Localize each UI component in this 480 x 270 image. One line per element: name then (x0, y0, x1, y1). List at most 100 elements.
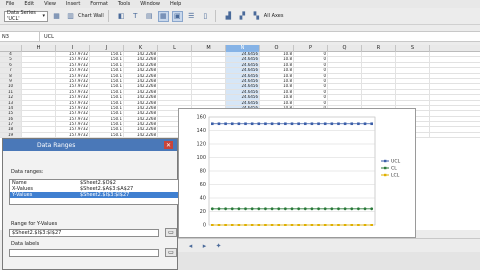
cell[interactable] (362, 84, 396, 89)
cell[interactable]: 150.1 (90, 89, 124, 95)
cell[interactable]: 142.2268 (124, 127, 158, 132)
cell[interactable] (396, 62, 430, 68)
cell[interactable]: 0 (294, 73, 328, 78)
all-axes-button[interactable]: All Axes (264, 13, 284, 19)
cell[interactable] (328, 57, 362, 62)
cell[interactable] (396, 52, 430, 57)
cell[interactable]: 24.6456 (226, 52, 260, 57)
cell[interactable]: 0 (294, 89, 328, 95)
row-header[interactable]: 9 (0, 78, 22, 84)
cell[interactable] (22, 89, 56, 95)
menu-file[interactable]: File (6, 1, 14, 7)
data-series-select[interactable]: Data Series 'UCL' ▾ (4, 10, 48, 22)
menu-help[interactable]: Help (170, 1, 181, 7)
cell[interactable]: 142.2268 (124, 95, 158, 100)
cell[interactable]: 24.6456 (226, 73, 260, 78)
cell[interactable]: 157.9732 (56, 122, 90, 127)
cell[interactable] (192, 73, 226, 78)
chart-type-icon[interactable]: ▥ (65, 11, 76, 22)
cell[interactable]: 10.8 (260, 57, 294, 62)
cell[interactable]: 157.9732 (56, 89, 90, 95)
cell[interactable] (22, 105, 56, 111)
row-header[interactable]: 7 (0, 68, 22, 73)
list-item[interactable]: Y-Values $Sheet2.$I$3:$I$27 (10, 192, 178, 198)
column-header[interactable]: Q (328, 45, 362, 52)
column-header[interactable]: N (226, 45, 260, 52)
cell[interactable] (362, 57, 396, 62)
cell[interactable]: 0 (294, 84, 328, 89)
cell[interactable]: 150.1 (90, 68, 124, 73)
cell[interactable] (328, 62, 362, 68)
cell[interactable]: 10.8 (260, 73, 294, 78)
cell[interactable]: 142.2268 (124, 105, 158, 111)
cell[interactable]: 150.1 (90, 73, 124, 78)
cell[interactable]: 150.1 (90, 52, 124, 57)
cell[interactable] (22, 122, 56, 127)
row-header[interactable]: 12 (0, 95, 22, 100)
cell[interactable] (362, 73, 396, 78)
cell[interactable]: 142.2268 (124, 57, 158, 62)
row-header[interactable]: 5 (0, 57, 22, 62)
cell[interactable]: 150.1 (90, 100, 124, 105)
cell[interactable] (158, 52, 192, 57)
cell[interactable]: 150.1 (90, 122, 124, 127)
chart-frame[interactable]: 160 140 120 100 80 60 40 20 0 UCL CL LCL (178, 108, 416, 238)
first-sheet-icon[interactable]: ◂ (185, 240, 196, 251)
cell[interactable] (192, 62, 226, 68)
formula-content[interactable]: UCL (40, 34, 54, 40)
cell[interactable] (158, 100, 192, 105)
cell[interactable] (158, 57, 192, 62)
cell[interactable]: 157.9732 (56, 116, 90, 122)
cell[interactable] (158, 78, 192, 84)
cell[interactable]: 157.9732 (56, 62, 90, 68)
cell[interactable] (396, 78, 430, 84)
cell[interactable]: 150.1 (90, 116, 124, 122)
row-header[interactable]: 11 (0, 89, 22, 95)
cell[interactable] (328, 68, 362, 73)
row-header[interactable]: 15 (0, 111, 22, 116)
cell[interactable] (22, 127, 56, 132)
menu-window[interactable]: Window (140, 1, 160, 7)
shrink-icon[interactable]: ▭ (165, 248, 177, 257)
cell[interactable] (22, 100, 56, 105)
cell[interactable]: 0 (294, 78, 328, 84)
column-header[interactable]: H (22, 45, 56, 52)
cell[interactable]: 0 (294, 95, 328, 100)
range-for-input[interactable]: $Sheet2.$I$3:$I$27 (9, 229, 159, 237)
cell[interactable] (158, 84, 192, 89)
column-header[interactable]: S (396, 45, 430, 52)
cell[interactable]: 10.8 (260, 84, 294, 89)
cell[interactable]: 142.2268 (124, 62, 158, 68)
cell[interactable]: 10.8 (260, 100, 294, 105)
cell[interactable] (362, 95, 396, 100)
cell[interactable]: 157.9732 (56, 111, 90, 116)
row-header[interactable]: 18 (0, 127, 22, 132)
cell[interactable]: 24.6456 (226, 62, 260, 68)
cell[interactable]: 150.1 (90, 78, 124, 84)
cell[interactable] (22, 73, 56, 78)
menu-insert[interactable]: Insert (66, 1, 80, 7)
cell[interactable] (396, 100, 430, 105)
cell[interactable] (396, 68, 430, 73)
row-header[interactable]: 4 (0, 52, 22, 57)
cell[interactable]: 157.9732 (56, 78, 90, 84)
cell[interactable] (328, 89, 362, 95)
column-header[interactable]: J (90, 45, 124, 52)
cell[interactable] (328, 52, 362, 57)
cell[interactable]: 10.8 (260, 95, 294, 100)
cell[interactable]: 24.6456 (226, 57, 260, 62)
cell[interactable] (192, 52, 226, 57)
cell[interactable] (396, 95, 430, 100)
cell[interactable] (158, 95, 192, 100)
cell[interactable]: 157.9732 (56, 127, 90, 132)
cell[interactable] (328, 95, 362, 100)
cell[interactable] (362, 100, 396, 105)
row-header[interactable]: 13 (0, 100, 22, 105)
cell[interactable] (22, 111, 56, 116)
column-header[interactable]: L (158, 45, 192, 52)
cell[interactable] (192, 95, 226, 100)
cell[interactable]: 142.2268 (124, 122, 158, 127)
cell[interactable]: 150.1 (90, 127, 124, 132)
add-sheet-icon[interactable]: ✦ (213, 240, 224, 251)
menu-view[interactable]: View (44, 1, 56, 7)
